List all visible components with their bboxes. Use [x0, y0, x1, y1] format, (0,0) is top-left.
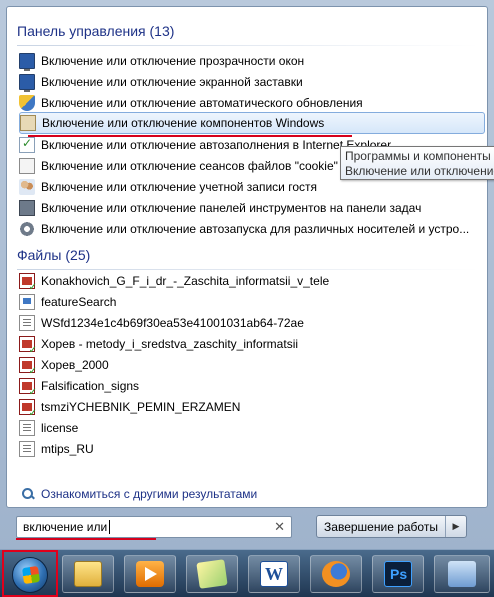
text-caret: [109, 520, 111, 534]
file-item-label: Konakhovich_G_F_i_dr_-_Zaschita_informat…: [41, 273, 330, 288]
control-panel-header[interactable]: Панель управления (13): [17, 23, 479, 46]
taskbar-button-sticky-notes[interactable]: [186, 555, 238, 593]
file-item-label: license: [41, 420, 79, 435]
see-more-label: Ознакомиться с другими результатами: [41, 487, 258, 501]
media-player-icon: [136, 561, 164, 587]
sticky-notes-icon: [196, 559, 228, 589]
clear-search-icon[interactable]: ✕: [274, 519, 285, 535]
result-item-label: Включение или отключение сеансов файлов …: [41, 158, 338, 173]
check-icon: [19, 136, 35, 153]
shutdown-button[interactable]: Завершение работы: [317, 516, 446, 537]
shutdown-options-arrow-icon[interactable]: ▶: [446, 516, 466, 537]
users-icon: [19, 178, 35, 195]
pdf-icon: [19, 356, 37, 375]
word-icon: W: [260, 561, 288, 587]
result-item[interactable]: Включение или отключение экранной застав…: [19, 71, 485, 92]
taskbar-button-firefox[interactable]: [310, 555, 362, 593]
result-item-label: Включение или отключение учетной записи …: [41, 179, 317, 194]
result-item-label: Включение или отключение автозаполнения …: [41, 137, 392, 152]
taskbar-button-photoshop[interactable]: Ps: [372, 555, 424, 593]
tooltip: Программы и компоненты Включение или отк…: [340, 146, 494, 180]
file-icon: [19, 293, 35, 310]
annotation-start-highlight: [2, 550, 58, 597]
files-header-label: Файлы (25): [17, 247, 91, 263]
search-icon: [21, 487, 35, 501]
monitor-icon: [19, 73, 35, 92]
taskbar-button-media-player[interactable]: [124, 555, 176, 593]
result-item-label: Включение или отключение прозрачности ок…: [41, 53, 305, 68]
file-item[interactable]: Хорев_2000: [19, 354, 485, 375]
control-panel-icon: [448, 561, 476, 587]
firefox-icon: [322, 561, 350, 587]
result-item-label: Включение или отключение панелей инструм…: [41, 200, 422, 215]
folder-icon: [74, 561, 102, 587]
text-file-icon: [19, 314, 35, 331]
files-header[interactable]: Файлы (25): [17, 247, 479, 270]
file-item[interactable]: license: [19, 417, 485, 438]
file-item[interactable]: WSfd1234e1c4b69f30ea53e41001031ab64-72ae: [19, 312, 485, 333]
result-item-label: Включение или отключение автозапуска для…: [41, 221, 470, 236]
search-input[interactable]: включение или ✕: [16, 516, 292, 538]
file-item[interactable]: Konakhovich_G_F_i_dr_-_Zaschita_informat…: [19, 270, 485, 291]
start-menu: Панель управления (13) Включение или отк…: [0, 0, 494, 549]
file-item-label: featureSearch: [41, 294, 117, 309]
see-more-results-link[interactable]: Ознакомиться с другими результатами: [21, 487, 257, 501]
result-item[interactable]: Включение или отключение панелей инструм…: [19, 197, 485, 218]
pdf-icon: [19, 398, 37, 417]
annotation-underline-search: [16, 538, 156, 540]
file-item-label: mtips_RU: [41, 441, 94, 456]
result-item-label: Включение или отключение автоматического…: [41, 95, 363, 110]
document-icon: [19, 157, 35, 174]
file-item-label: Хорев - metody_i_sredstva_zaschity_infor…: [41, 336, 299, 351]
file-item-label: Falsification_signs: [41, 378, 140, 393]
photoshop-icon: Ps: [384, 561, 412, 587]
pdf-icon: [19, 272, 37, 291]
tooltip-title: Программы и компоненты: [345, 149, 491, 163]
search-input-value: включение или: [23, 520, 108, 534]
photoshop-glyph: Ps: [390, 566, 408, 582]
result-item-label: Включение или отключение компонентов Win…: [42, 116, 325, 130]
control-panel-header-label: Панель управления (13): [17, 23, 175, 39]
file-item[interactable]: featureSearch: [19, 291, 485, 312]
file-item-label: Хорев_2000: [41, 357, 109, 372]
search-results-pane: Панель управления (13) Включение или отк…: [6, 6, 488, 508]
monitor-icon: [19, 52, 35, 71]
text-file-icon: [19, 440, 35, 457]
taskbar-button-word[interactable]: W: [248, 555, 300, 593]
pdf-icon: [19, 335, 37, 354]
file-item-label: tsmziYCHEBNIK_PEMIN_ERZAMEN: [41, 399, 241, 414]
taskbar-button-explorer[interactable]: [62, 555, 114, 593]
taskbar-icon: [19, 199, 35, 216]
shutdown-button-group: Завершение работы ▶: [316, 515, 467, 538]
text-file-icon: [19, 419, 35, 436]
section-divider: [17, 45, 479, 46]
result-item[interactable]: Включение или отключение автозапуска для…: [19, 218, 485, 239]
result-item[interactable]: Включение или отключение прозрачности ок…: [19, 50, 485, 71]
word-glyph: W: [265, 564, 283, 584]
file-item-label: WSfd1234e1c4b69f30ea53e41001031ab64-72ae: [41, 315, 304, 330]
box-icon: [20, 115, 36, 131]
result-item-label: Включение или отключение экранной застав…: [41, 74, 303, 89]
annotation-underline-selected: [28, 135, 352, 137]
taskbar-button-control-panel[interactable]: [434, 555, 490, 593]
tooltip-description: Включение или отключение: [345, 164, 494, 178]
gear-icon: [19, 220, 35, 237]
result-item-selected[interactable]: Включение или отключение компонентов Win…: [19, 112, 485, 134]
file-item[interactable]: Хорев - metody_i_sredstva_zaschity_infor…: [19, 333, 485, 354]
shield-icon: [19, 94, 35, 111]
taskbar: W Ps: [0, 549, 494, 597]
file-item[interactable]: tsmziYCHEBNIK_PEMIN_ERZAMEN: [19, 396, 485, 417]
result-item[interactable]: Включение или отключение автоматического…: [19, 92, 485, 113]
file-item[interactable]: Falsification_signs: [19, 375, 485, 396]
pdf-icon: [19, 377, 37, 396]
file-item[interactable]: mtips_RU: [19, 438, 485, 459]
